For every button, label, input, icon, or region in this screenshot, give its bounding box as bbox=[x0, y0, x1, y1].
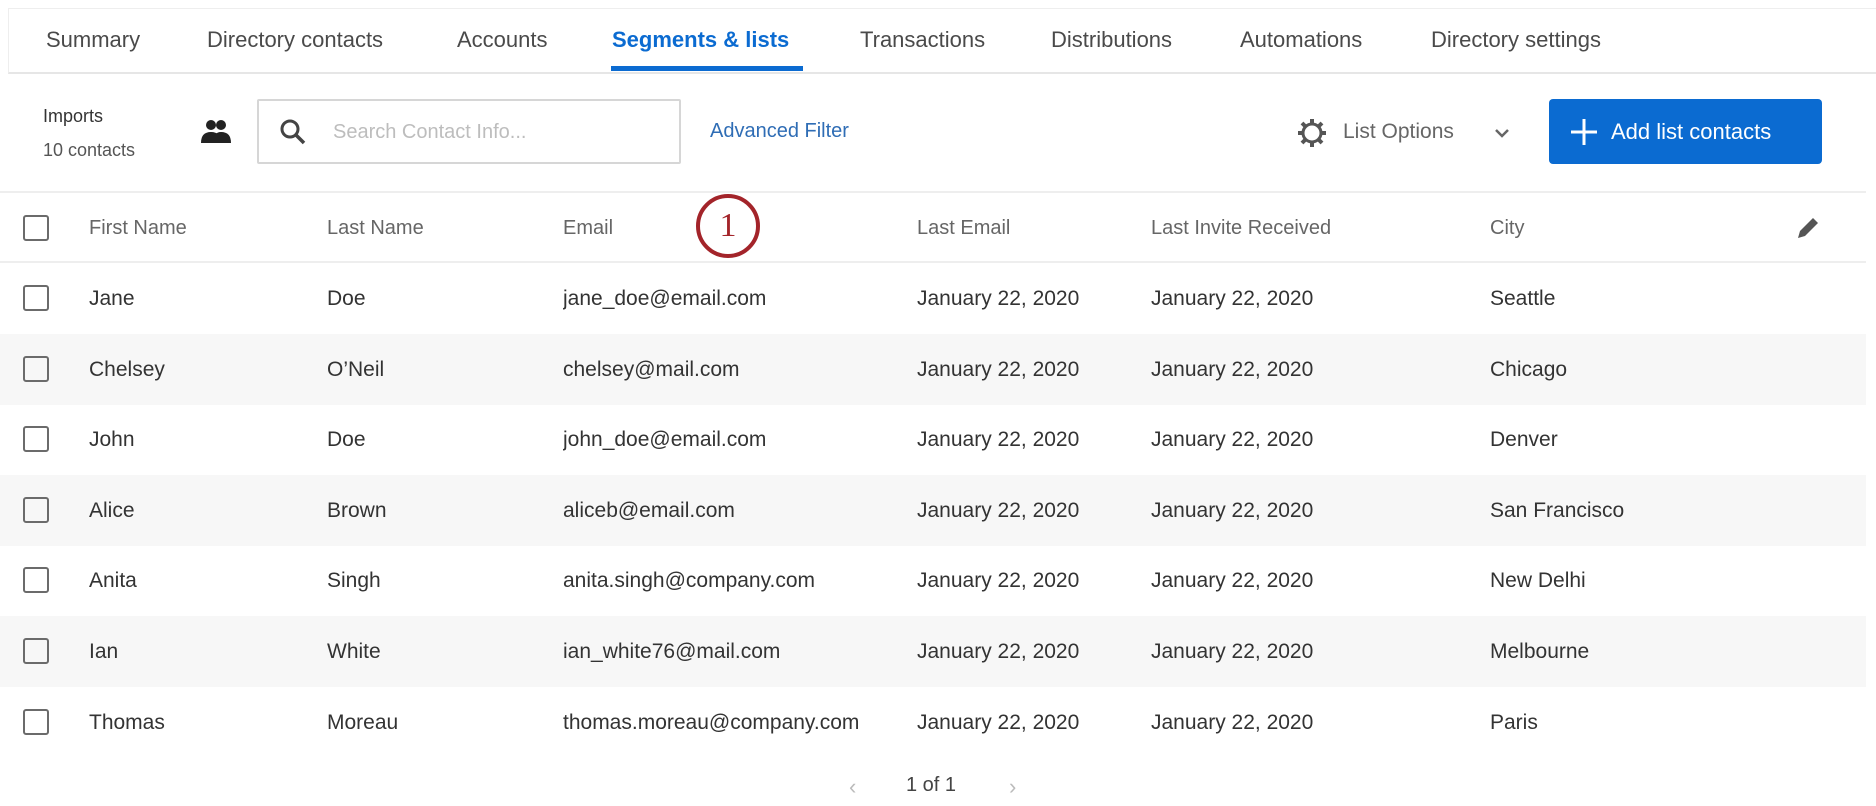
cell-last-name: Doe bbox=[327, 428, 366, 452]
cell-first-name: John bbox=[89, 428, 135, 452]
table-row[interactable]: Alice Brown aliceb@email.com January 22, 20… bbox=[0, 474, 1866, 546]
cell-first-name: Thomas bbox=[89, 710, 165, 734]
cell-first-name: Alice bbox=[89, 498, 135, 522]
cell-city: Seattle bbox=[1490, 287, 1556, 310]
tab-transactions[interactable]: Transactions bbox=[860, 27, 985, 53]
row-checkbox[interactable] bbox=[23, 638, 49, 664]
tab-distributions[interactable]: Distributions bbox=[1051, 27, 1172, 53]
cell-last-email: January 22, 2020 bbox=[917, 287, 1080, 310]
cell-last-email: January 22, 2020 bbox=[917, 498, 1080, 522]
cell-last-email: January 22, 2020 bbox=[917, 710, 1080, 734]
row-checkbox[interactable] bbox=[23, 708, 49, 735]
column-last-email[interactable]: Last Email bbox=[917, 217, 1010, 240]
cell-last-invite-received: January 22, 2020 bbox=[1151, 287, 1314, 310]
cell-last-name: Doe bbox=[327, 287, 366, 310]
contact-count: 10 contacts bbox=[43, 140, 136, 160]
cell-last-email: January 22, 2020 bbox=[917, 357, 1080, 381]
search-input[interactable]: Search Contact Info... bbox=[257, 99, 681, 164]
people-icon[interactable] bbox=[201, 119, 231, 145]
table-row[interactable]: Thomas Moreau thomas.moreau@company.com Jan… bbox=[0, 687, 1866, 758]
cell-last-email: January 22, 2020 bbox=[917, 428, 1080, 452]
gear-icon[interactable] bbox=[1297, 118, 1327, 148]
cell-last-name: White bbox=[327, 640, 381, 663]
tab-summary[interactable]: Summary bbox=[46, 27, 140, 53]
table-row[interactable]: Anita Singh anita.singh@company.com January… bbox=[0, 545, 1866, 616]
tab-directory-settings[interactable]: Directory settings bbox=[1431, 27, 1601, 53]
cell-city: Denver bbox=[1490, 428, 1558, 452]
row-checkbox[interactable] bbox=[23, 567, 49, 594]
list-name: Imports bbox=[43, 106, 104, 126]
list-options-button[interactable]: List Options bbox=[1343, 120, 1454, 144]
column-city[interactable]: City bbox=[1490, 217, 1524, 240]
plus-icon bbox=[1571, 119, 1597, 145]
page-indicator: 1 of 1 bbox=[906, 774, 957, 796]
cell-last-name: Singh bbox=[327, 569, 381, 593]
tab-directory-contacts[interactable]: Directory contacts bbox=[207, 27, 383, 53]
column-email[interactable]: Email bbox=[563, 217, 613, 240]
cell-first-name: Jane bbox=[89, 287, 135, 310]
add-button-label: Add list contacts bbox=[1611, 119, 1772, 144]
next-page-icon[interactable]: › bbox=[1009, 774, 1016, 800]
column-last-invite-received[interactable]: Last Invite Received bbox=[1151, 217, 1331, 240]
cell-last-invite-received: January 22, 2020 bbox=[1151, 428, 1314, 452]
cell-city: Chicago bbox=[1490, 357, 1568, 381]
cell-last-invite-received: January 22, 2020 bbox=[1151, 640, 1314, 663]
add-list-contacts-button[interactable]: Add list contacts bbox=[1549, 99, 1822, 164]
cell-email: john_doe@email.com bbox=[563, 428, 767, 452]
cell-first-name: Anita bbox=[89, 569, 137, 593]
cell-first-name: Ian bbox=[89, 640, 119, 663]
search-placeholder: Search Contact Info... bbox=[333, 121, 527, 143]
select-all-checkbox[interactable] bbox=[23, 215, 49, 241]
cell-email: jane_doe@email.com bbox=[563, 287, 767, 310]
column-last-name[interactable]: Last Name bbox=[327, 217, 424, 240]
previous-page-icon[interactable]: ‹ bbox=[849, 774, 856, 800]
cell-last-invite-received: January 22, 2020 bbox=[1151, 569, 1314, 593]
cell-last-invite-received: January 22, 2020 bbox=[1151, 357, 1314, 381]
table-header: First Name Last Name Email Last Email La… bbox=[0, 191, 1866, 263]
table-row[interactable]: John Doe john_doe@email.com January 22, 202… bbox=[0, 404, 1866, 475]
edit-columns-pencil-icon[interactable] bbox=[1795, 215, 1821, 241]
cell-last-name: Moreau bbox=[327, 710, 399, 734]
search-icon bbox=[280, 119, 306, 145]
row-checkbox[interactable] bbox=[23, 496, 49, 523]
cell-email: anita.singh@company.com bbox=[563, 569, 816, 593]
tab-automations[interactable]: Automations bbox=[1240, 27, 1362, 53]
cell-last-name: Brown bbox=[327, 498, 387, 522]
cell-email: aliceb@email.com bbox=[563, 498, 735, 522]
column-first-name[interactable]: First Name bbox=[89, 217, 187, 240]
cell-email: thomas.moreau@company.com bbox=[563, 710, 860, 734]
table-row[interactable]: Jane Doe jane_doe@email.com January 22, 202… bbox=[0, 263, 1866, 334]
active-tab-indicator bbox=[611, 66, 803, 71]
cell-first-name: Chelsey bbox=[89, 357, 165, 381]
row-checkbox[interactable] bbox=[23, 285, 49, 311]
cell-last-name: O’Neil bbox=[327, 357, 385, 381]
chevron-down-icon[interactable] bbox=[1494, 128, 1510, 138]
cell-city: San Francisco bbox=[1490, 498, 1625, 522]
table-row[interactable]: Ian White ian_white76@mail.com January 22, … bbox=[0, 616, 1866, 687]
row-checkbox[interactable] bbox=[23, 355, 49, 382]
cell-city: Melbourne bbox=[1490, 640, 1590, 663]
cell-last-invite-received: January 22, 2020 bbox=[1151, 710, 1314, 734]
row-checkbox[interactable] bbox=[23, 426, 49, 453]
tab-segments-lists[interactable]: Segments & lists bbox=[612, 27, 789, 53]
cell-last-invite-received: January 22, 2020 bbox=[1151, 498, 1314, 522]
cell-city: New Delhi bbox=[1490, 569, 1586, 593]
cell-email: chelsey@mail.com bbox=[563, 357, 740, 381]
table-row[interactable]: Chelsey O’Neil chelsey@mail.com January 22,… bbox=[0, 333, 1866, 405]
annotation-callout-1: 1 bbox=[696, 194, 760, 258]
cell-last-email: January 22, 2020 bbox=[917, 640, 1080, 663]
cell-email: ian_white76@mail.com bbox=[563, 640, 781, 663]
cell-city: Paris bbox=[1490, 710, 1538, 734]
tab-bar: Summary Directory contacts Accounts Segm… bbox=[8, 8, 1876, 74]
tab-accounts[interactable]: Accounts bbox=[457, 27, 548, 53]
cell-last-email: January 22, 2020 bbox=[917, 569, 1080, 593]
advanced-filter-link[interactable]: Advanced Filter bbox=[710, 120, 849, 143]
